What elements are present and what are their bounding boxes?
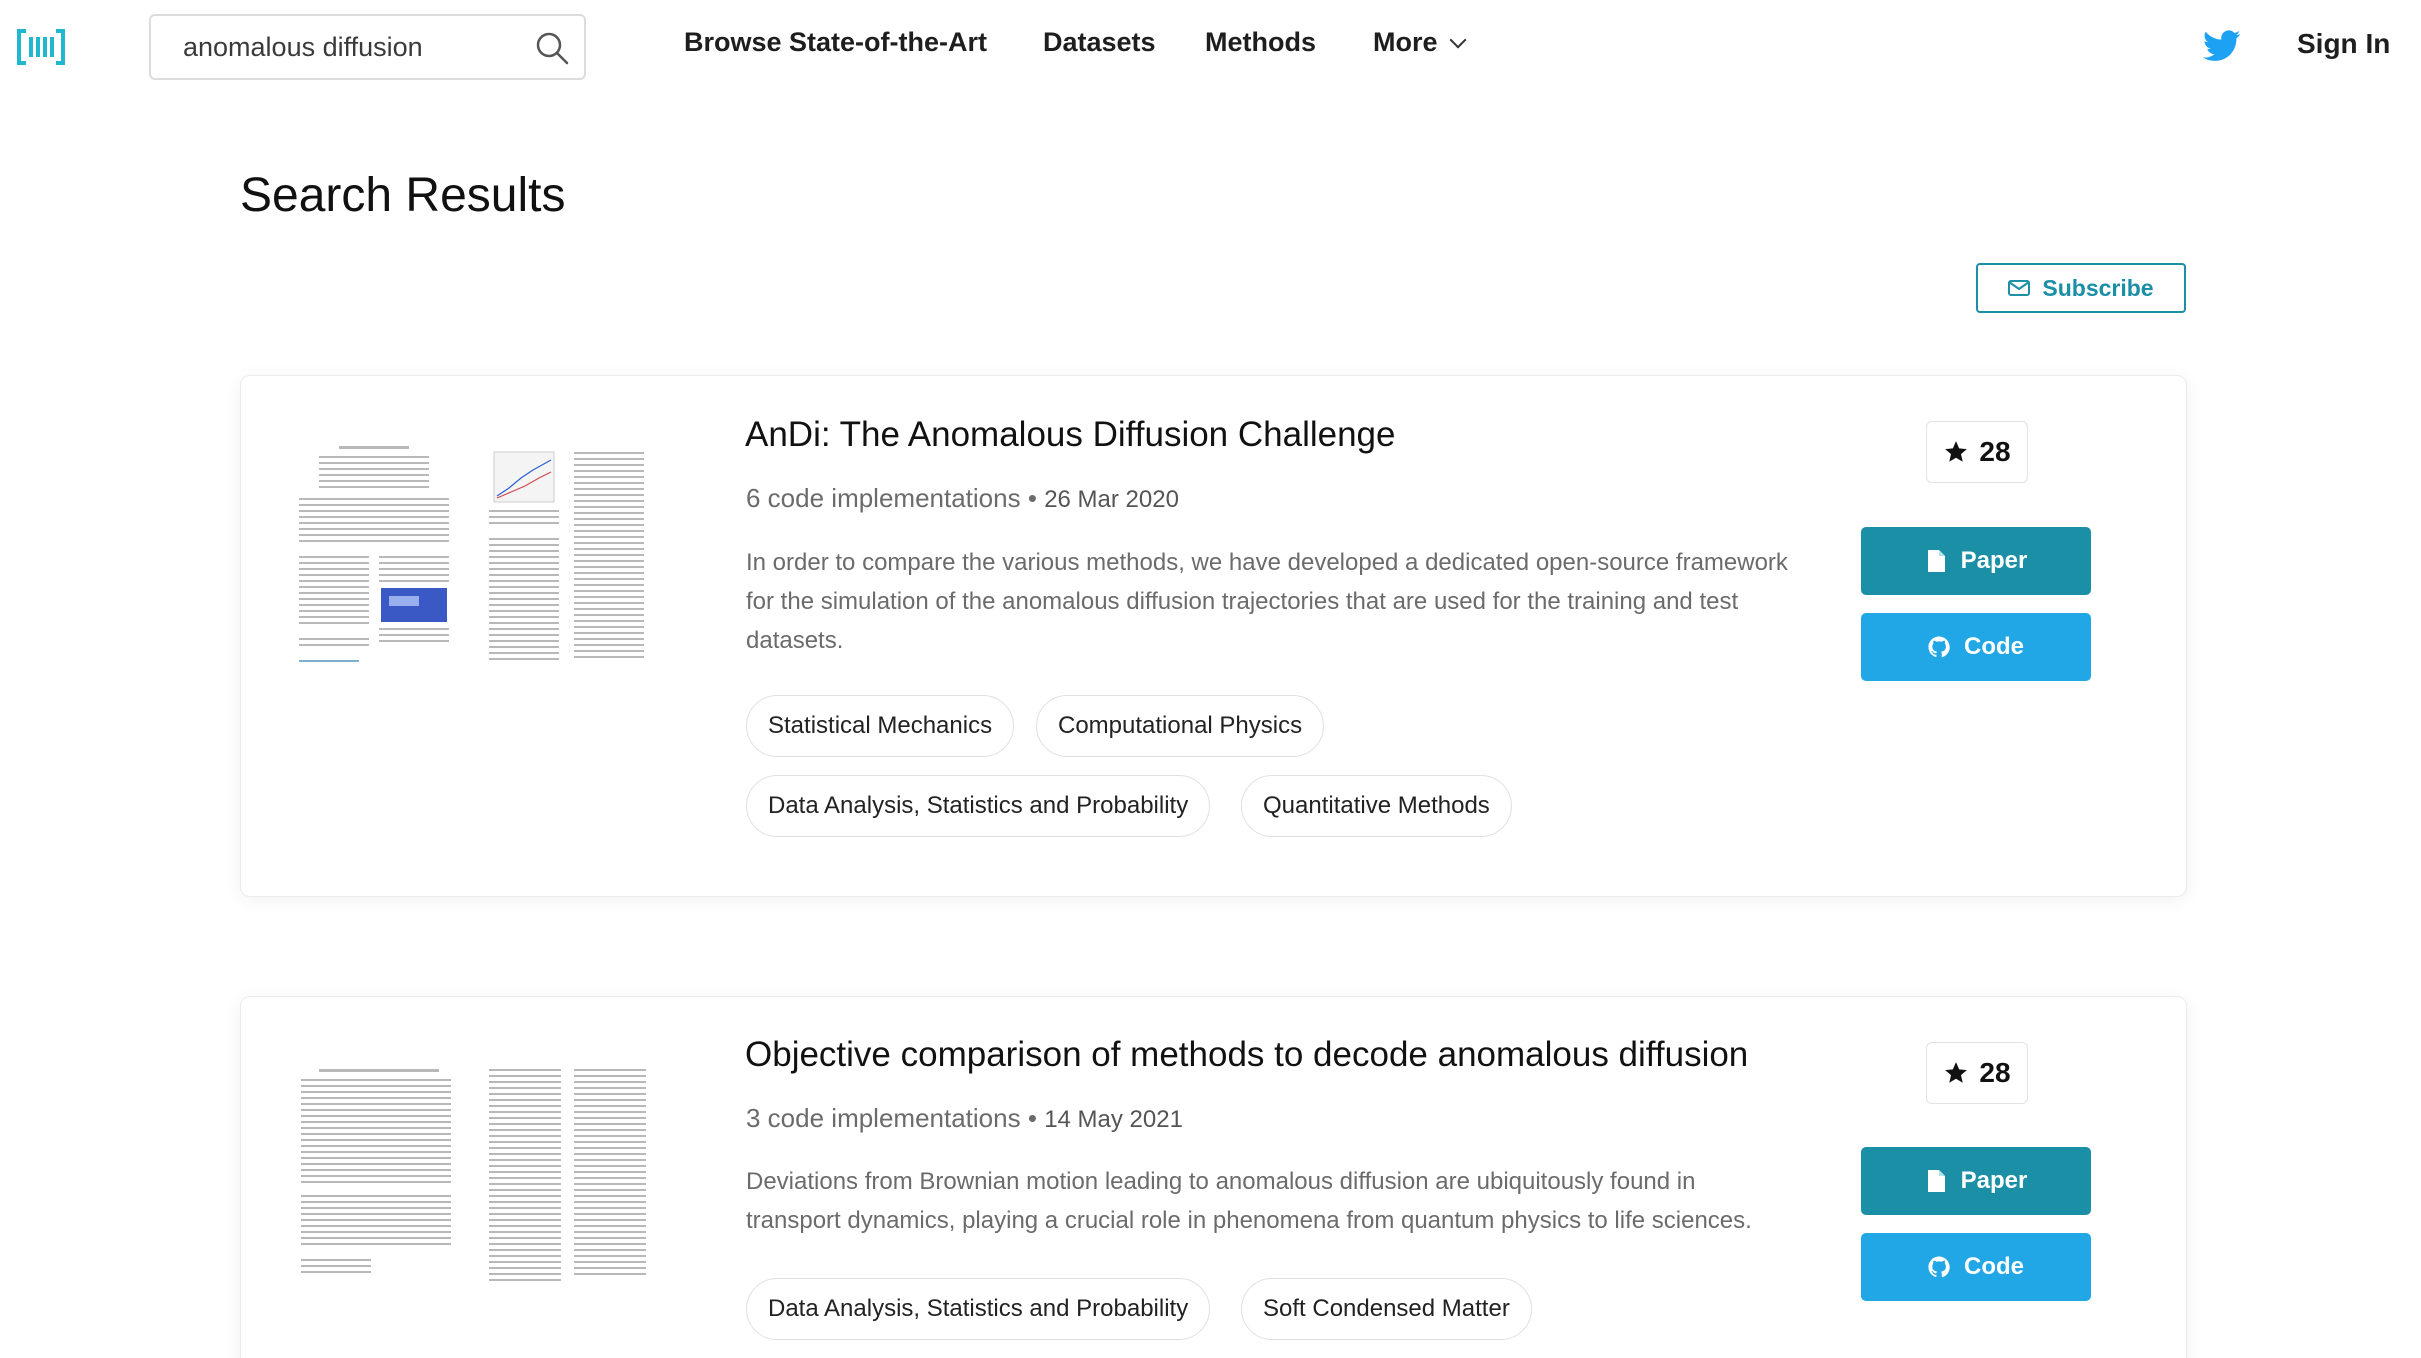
document-icon <box>1927 1170 1945 1192</box>
paper-thumbnail[interactable] <box>289 438 679 678</box>
meta-separator: • <box>1027 483 1037 513</box>
subscribe-label: Subscribe <box>2042 274 2154 301</box>
meta-separator: • <box>1027 1103 1037 1133</box>
paper-button[interactable]: Paper <box>1861 527 2091 595</box>
code-implementations-count: 3 code implementations <box>746 1103 1021 1133</box>
tag-quantitative-methods[interactable]: Quantitative Methods <box>1241 775 1512 837</box>
subscribe-button[interactable]: Subscribe <box>1976 263 2186 313</box>
top-navbar: Browse State-of-the-Art Datasets Methods… <box>0 0 2421 96</box>
publication-date: 14 May 2021 <box>1044 1106 1183 1133</box>
code-implementations-count: 6 code implementations <box>746 483 1021 513</box>
code-button-label: Code <box>1964 633 2024 660</box>
publication-date: 26 Mar 2020 <box>1044 486 1179 513</box>
paper-abstract: Deviations from Brownian motion leading … <box>746 1168 1752 1234</box>
envelope-icon <box>2008 280 2031 296</box>
nav-datasets[interactable]: Datasets <box>1043 27 1156 58</box>
code-button[interactable]: Code <box>1861 613 2091 681</box>
github-stars-badge[interactable]: 28 <box>1926 1042 2028 1104</box>
search-input[interactable] <box>183 16 523 78</box>
paper-title-link[interactable]: AnDi: The Anomalous Diffusion Challenge <box>745 415 1396 455</box>
twitter-icon[interactable] <box>2203 30 2241 62</box>
nav-methods[interactable]: Methods <box>1205 27 1316 58</box>
nav-more-dropdown[interactable]: More <box>1373 27 1467 58</box>
paper-button-label: Paper <box>1960 1167 2028 1194</box>
result-card: AnDi: The Anomalous Diffusion Challenge … <box>240 375 2187 897</box>
paper-thumbnail[interactable] <box>289 1063 679 1303</box>
result-card: Objective comparison of methods to decod… <box>240 996 2187 1358</box>
sign-in-link[interactable]: Sign In <box>2297 28 2390 60</box>
tag-data-analysis[interactable]: Data Analysis, Statistics and Probabilit… <box>746 775 1211 837</box>
code-button-label: Code <box>1964 1253 2024 1280</box>
github-icon <box>1928 636 1950 658</box>
paper-abstract: In order to compare the various methods,… <box>746 549 1788 654</box>
tag-computational-physics[interactable]: Computational Physics <box>1036 695 1325 757</box>
nav-more-label: More <box>1373 27 1438 57</box>
code-button[interactable]: Code <box>1861 1233 2091 1301</box>
github-icon <box>1928 1256 1950 1278</box>
nav-browse-sota[interactable]: Browse State-of-the-Art <box>684 27 987 58</box>
paper-button[interactable]: Paper <box>1861 1147 2091 1215</box>
stars-count: 28 <box>1979 1057 2011 1088</box>
tag-statistical-mechanics[interactable]: Statistical Mechanics <box>746 695 1015 757</box>
stars-count: 28 <box>1979 436 2011 467</box>
paper-button-label: Paper <box>1960 547 2028 574</box>
document-icon <box>1927 550 1945 572</box>
star-icon <box>1945 1062 1968 1083</box>
tag-soft-condensed-matter[interactable]: Soft Condensed Matter <box>1241 1278 1532 1340</box>
star-icon <box>1945 441 1968 462</box>
search-icon[interactable] <box>534 30 570 66</box>
page-title: Search Results <box>240 169 566 222</box>
paper-meta: 6 code implementations • 26 Mar 2020 <box>746 483 1179 514</box>
paper-meta: 3 code implementations • 14 May 2021 <box>746 1103 1183 1134</box>
chevron-down-icon <box>1449 31 1467 49</box>
github-stars-badge[interactable]: 28 <box>1926 421 2028 483</box>
search-box[interactable] <box>149 14 586 80</box>
tag-data-analysis[interactable]: Data Analysis, Statistics and Probabilit… <box>746 1278 1211 1340</box>
paper-title-link[interactable]: Objective comparison of methods to decod… <box>745 1035 1748 1075</box>
paperswithcode-logo-icon[interactable] <box>15 25 67 69</box>
